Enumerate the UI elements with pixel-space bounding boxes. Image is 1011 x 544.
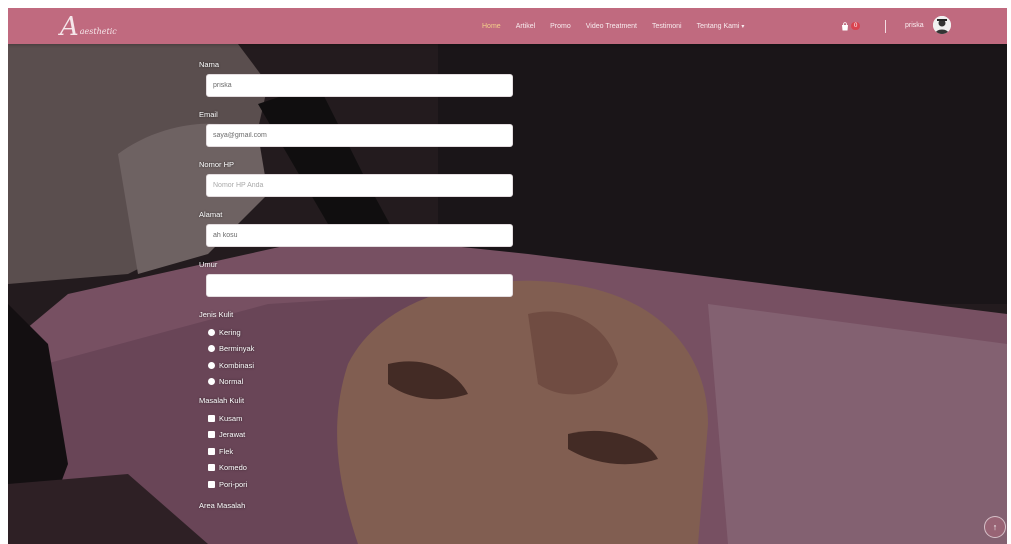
nav-testimoni[interactable]: Testimoni	[652, 23, 682, 30]
hp-input[interactable]	[206, 174, 513, 197]
jenis-kulit-label: Jenis Kulit	[199, 310, 234, 319]
umur-label: Umur	[199, 260, 218, 269]
checkbox[interactable]	[208, 447, 215, 455]
checkbox[interactable]	[208, 464, 215, 472]
chevron-down-icon: ▾	[741, 23, 745, 30]
jenis-kulit-option[interactable]: Berminyak	[208, 341, 519, 358]
arrow-up-icon: ↑	[992, 522, 998, 532]
alamat-label: Alamat	[199, 210, 223, 219]
checkbox[interactable]	[208, 480, 215, 488]
consultation-form: Nama Email Nomor HP Alamat Umur Jenis Ku…	[199, 60, 519, 515]
area-masalah-label: Area Masalah	[199, 500, 246, 510]
masalah-kulit-option[interactable]: Jerawat	[208, 427, 519, 444]
navbar: A aesthetic Home Artikel Promo Video Tre…	[8, 8, 1007, 44]
nav-video-treatment[interactable]: Video Treatment	[586, 23, 637, 30]
radio-button[interactable]	[208, 328, 215, 336]
avatar-image	[933, 16, 951, 34]
radio-button[interactable]	[208, 361, 215, 369]
jenis-kulit-option[interactable]: Kering	[208, 324, 519, 341]
nav-tentang-kami[interactable]: Tentang Kami ▾	[697, 23, 745, 30]
scroll-top-button[interactable]: ↑	[984, 516, 1006, 538]
nav-promo[interactable]: Promo	[550, 23, 571, 30]
option-label: Kering	[219, 327, 241, 337]
radio-button[interactable]	[208, 345, 215, 353]
logo-letter: A	[60, 12, 79, 42]
option-label: Kusam	[219, 413, 243, 423]
nav-tentang-kami-label: Tentang Kami	[696, 22, 740, 30]
masalah-kulit-option[interactable]: Komedo	[208, 460, 519, 477]
checkbox[interactable]	[208, 414, 215, 422]
checkbox[interactable]	[208, 431, 215, 439]
nav-links: Home Artikel Promo Video Treatment Testi…	[482, 8, 759, 44]
masalah-kulit-group: Kusam Jerawat Flek Komedo Pori-pori	[208, 410, 519, 493]
nav-artikel[interactable]: Artikel	[516, 23, 535, 30]
alamat-input[interactable]	[206, 224, 513, 247]
umur-input[interactable]	[206, 274, 513, 297]
option-label: Komedo	[219, 463, 247, 473]
email-label: Email	[199, 110, 218, 119]
masalah-kulit-option[interactable]: Kusam	[208, 410, 519, 427]
jenis-kulit-option[interactable]: Kombinasi	[208, 357, 519, 374]
masalah-kulit-option[interactable]: Flek	[208, 443, 519, 460]
hp-label: Nomor HP	[199, 160, 235, 169]
masalah-kulit-label: Masalah Kulit	[199, 396, 245, 405]
masalah-kulit-option[interactable]: Pori-pori	[208, 476, 519, 493]
jenis-kulit-group: Kering Berminyak Kombinasi Normal	[208, 324, 519, 390]
option-label: Pori-pori	[219, 479, 248, 489]
jenis-kulit-option[interactable]: Normal	[208, 374, 519, 391]
option-label: Jerawat	[219, 430, 246, 440]
user-name[interactable]: priska	[905, 22, 924, 29]
option-label: Flek	[219, 446, 234, 456]
option-label: Berminyak	[219, 344, 255, 354]
cart-button[interactable]: 0	[841, 20, 861, 32]
user-avatar[interactable]	[933, 16, 951, 34]
brand-logo[interactable]: A aesthetic	[60, 10, 117, 42]
cart-count-badge: 0	[851, 22, 861, 30]
hero-section: Nama Email Nomor HP Alamat Umur Jenis Ku…	[8, 44, 1007, 544]
option-label: Normal	[219, 377, 244, 387]
option-label: Kombinasi	[219, 360, 255, 370]
nama-label: Nama	[199, 60, 220, 69]
logo-text: aesthetic	[79, 27, 117, 36]
browser-viewport: A aesthetic Home Artikel Promo Video Tre…	[8, 8, 1007, 544]
nav-home[interactable]: Home	[482, 23, 501, 30]
nama-input[interactable]	[206, 74, 513, 97]
bag-icon	[842, 21, 848, 30]
radio-button[interactable]	[208, 378, 215, 386]
email-input[interactable]	[206, 124, 513, 147]
nav-divider	[885, 20, 886, 33]
